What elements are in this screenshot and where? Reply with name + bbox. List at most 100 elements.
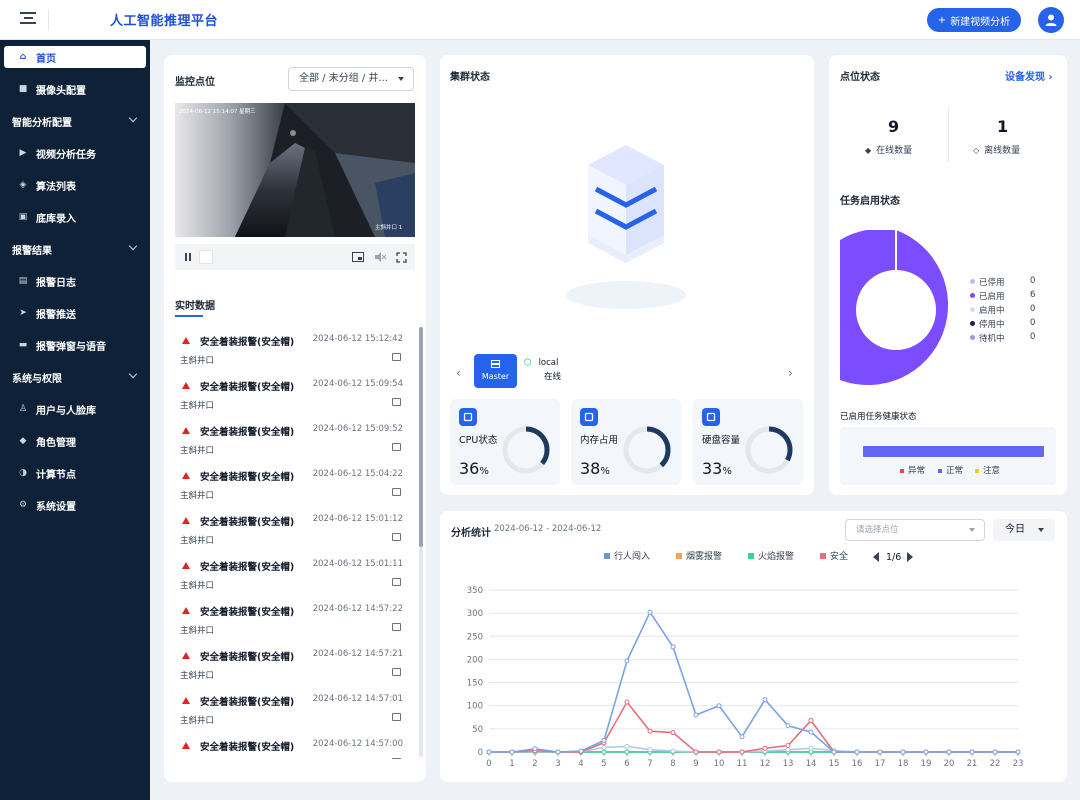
snapshot-image-icon[interactable] bbox=[392, 398, 401, 406]
alarm-time: 2024-06-12 15:04:22 bbox=[312, 469, 403, 479]
legend-label[interactable]: 行人闯入 bbox=[614, 550, 650, 562]
sidebar-group-2[interactable]: 智能分析配置 bbox=[0, 105, 150, 137]
sidebar-item-8[interactable]: ➤ 报警推送 bbox=[0, 297, 150, 329]
series-point-4 bbox=[670, 644, 676, 650]
sidebar-item-3[interactable]: ▶ 视频分析任务 bbox=[0, 137, 150, 169]
menu-toggle-icon[interactable] bbox=[20, 12, 36, 26]
sidebar-item-12[interactable]: ◆ 角色管理 bbox=[0, 425, 150, 457]
pause-icon[interactable] bbox=[183, 252, 193, 262]
node-next-arrow-icon[interactable]: › bbox=[788, 366, 793, 380]
legend-next-icon[interactable] bbox=[907, 552, 913, 562]
alarm-title: 安全着装报警(安全帽) bbox=[200, 562, 295, 573]
alarm-list-item[interactable]: 安全着装报警(安全帽) 2024-06-12 15:01:11 主斜井口 bbox=[175, 552, 415, 597]
series-point-3 bbox=[693, 749, 699, 755]
sidebar-item-7[interactable]: ▤ 报警日志 bbox=[0, 265, 150, 297]
alarm-list-item[interactable]: 安全着装报警(安全帽)2024-06-12 14:57:00主斜井口 bbox=[175, 732, 415, 759]
y-tick-label: 50 bbox=[472, 725, 483, 735]
snapshot-image-icon[interactable] bbox=[392, 533, 401, 541]
user-avatar[interactable] bbox=[1038, 7, 1064, 33]
task-legend-item[interactable]: 停用中 0 bbox=[970, 318, 1050, 330]
legend-value: 0 bbox=[1030, 304, 1036, 314]
sidebar-group-6[interactable]: 报警结果 bbox=[0, 233, 150, 265]
alarm-list-item[interactable]: 安全着装报警(安全帽) 2024-06-12 14:57:22 主斜井口 bbox=[175, 597, 415, 642]
legend-label[interactable]: 烟雾报警 bbox=[686, 550, 722, 562]
monitor-point-select[interactable]: 全部 / 未分组 / 井... bbox=[288, 67, 414, 91]
legend-dot bbox=[938, 468, 942, 473]
video-frame: 2024-06-12 15:14:07 星期三 主斜井口 1 bbox=[175, 103, 415, 237]
legend-label[interactable]: 安全 bbox=[830, 550, 848, 562]
health-legend-item[interactable]: 正常 bbox=[938, 464, 963, 476]
alarm-list-item[interactable]: 安全着装报警(安全帽) 2024-06-12 15:04:22 主斜井口 bbox=[175, 462, 415, 507]
sidebar-item-label: 报警弹窗与语音 bbox=[36, 341, 106, 353]
health-legend-item[interactable]: 注意 bbox=[975, 464, 1000, 476]
mute-icon[interactable] bbox=[374, 252, 386, 262]
video-player[interactable]: 2024-06-12 15:14:07 星期三 主斜井口 1 bbox=[175, 103, 415, 237]
health-legend-item[interactable]: 异常 bbox=[900, 464, 925, 476]
legend-label[interactable]: 火焰报警 bbox=[758, 550, 794, 562]
legend-value: 0 bbox=[1030, 318, 1036, 328]
snapshot-image-icon[interactable] bbox=[392, 443, 401, 451]
health-title: 已启用任务健康状态 bbox=[840, 412, 917, 422]
legend-page-indicator: 1/6 bbox=[886, 552, 901, 563]
sidebar-item-1[interactable]: ■ 摄像头配置 bbox=[0, 73, 150, 105]
series-point-4 bbox=[739, 734, 745, 740]
legend-prev-icon[interactable] bbox=[873, 552, 879, 562]
snapshot-image-icon[interactable] bbox=[392, 713, 401, 721]
fullscreen-icon[interactable] bbox=[396, 251, 407, 263]
alarm-time: 2024-06-12 15:01:12 bbox=[312, 514, 403, 524]
task-legend-item[interactable]: 待机中 0 bbox=[970, 332, 1050, 344]
message-icon: ▬ bbox=[18, 340, 28, 350]
sidebar-item-5[interactable]: ▣ 底库录入 bbox=[0, 201, 150, 233]
alarm-list-item[interactable]: 安全着装报警(安全帽) 2024-06-12 15:12:42 主斜井口 bbox=[175, 327, 415, 372]
alarm-warning-icon bbox=[182, 337, 190, 344]
sidebar-item-0[interactable]: ⌂ 首页 bbox=[4, 46, 146, 68]
snapshot-image-icon[interactable] bbox=[392, 353, 401, 361]
alarm-list-item[interactable]: 安全着装报警(安全帽) 2024-06-12 14:57:01 主斜井口 bbox=[175, 687, 415, 732]
legend-label: 启用中 bbox=[979, 306, 1005, 316]
sidebar-item-4[interactable]: ◈ 算法列表 bbox=[0, 169, 150, 201]
sidebar-item-9[interactable]: ▬ 报警弹窗与语音 bbox=[0, 329, 150, 361]
scrollbar-thumb[interactable] bbox=[419, 327, 423, 547]
alarm-list-scrollbar[interactable] bbox=[419, 327, 423, 757]
y-tick-label: 350 bbox=[467, 586, 483, 596]
health-bar-normal bbox=[863, 446, 1044, 457]
series-point-3 bbox=[670, 730, 676, 736]
series-point-2 bbox=[601, 749, 607, 755]
picture-in-picture-icon[interactable] bbox=[352, 252, 364, 262]
video-progress-handle[interactable] bbox=[199, 250, 213, 264]
snapshot-image-icon[interactable] bbox=[392, 758, 401, 759]
legend-swatch bbox=[676, 553, 682, 559]
x-tick-label: 1 bbox=[509, 759, 514, 769]
alarm-title: 安全着装报警(安全帽) bbox=[200, 472, 295, 483]
snapshot-image-icon[interactable] bbox=[392, 488, 401, 496]
alarm-list-item[interactable]: 安全着装报警(安全帽) 2024-06-12 15:09:52 主斜井口 bbox=[175, 417, 415, 462]
task-legend-item[interactable]: 启用中 0 bbox=[970, 304, 1050, 316]
device-discover-link[interactable]: 设备发现 › bbox=[1005, 68, 1053, 83]
node-master-card[interactable]: Master bbox=[474, 354, 517, 388]
document-icon: ▤ bbox=[18, 276, 28, 286]
task-legend-item[interactable]: 已启用 6 bbox=[970, 290, 1050, 302]
sidebar-group-10[interactable]: 系统与权限 bbox=[0, 361, 150, 393]
series-point-3 bbox=[808, 718, 814, 724]
alarm-warning-icon bbox=[182, 697, 190, 704]
alarm-location: 主斜井口 bbox=[180, 671, 215, 681]
snapshot-image-icon[interactable] bbox=[392, 623, 401, 631]
alarm-location: 主斜井口 bbox=[180, 491, 215, 501]
snapshot-image-icon[interactable] bbox=[392, 668, 401, 676]
alarm-list-item[interactable]: 安全着装报警(安全帽) 2024-06-12 15:01:12 主斜井口 bbox=[175, 507, 415, 552]
legend-label: 已启用 bbox=[979, 292, 1005, 302]
sidebar-item-14[interactable]: ⚙ 系统设置 bbox=[0, 489, 150, 521]
task-legend-item[interactable]: 已停用 0 bbox=[970, 276, 1050, 288]
node-prev-arrow-icon[interactable]: ‹ bbox=[456, 366, 461, 380]
x-tick-label: 7 bbox=[647, 759, 652, 769]
new-video-analysis-button[interactable]: + 新建视频分析 bbox=[927, 8, 1021, 32]
sidebar-item-11[interactable]: ♙ 用户与人脸库 bbox=[0, 393, 150, 425]
alarm-time: 2024-06-12 15:09:52 bbox=[312, 424, 403, 434]
snapshot-image-icon[interactable] bbox=[392, 578, 401, 586]
alarm-list-item[interactable]: 安全着装报警(安全帽) 2024-06-12 14:57:21 主斜井口 bbox=[175, 642, 415, 687]
series-point-4 bbox=[647, 609, 653, 615]
sidebar-item-13[interactable]: ◑ 计算节点 bbox=[0, 457, 150, 489]
node-local-card[interactable]: ⬡ local 在线 bbox=[524, 354, 568, 388]
alarm-list-item[interactable]: 安全着装报警(安全帽) 2024-06-12 15:09:54 主斜井口 bbox=[175, 372, 415, 417]
alarm-location: 主斜井口 bbox=[180, 401, 215, 411]
